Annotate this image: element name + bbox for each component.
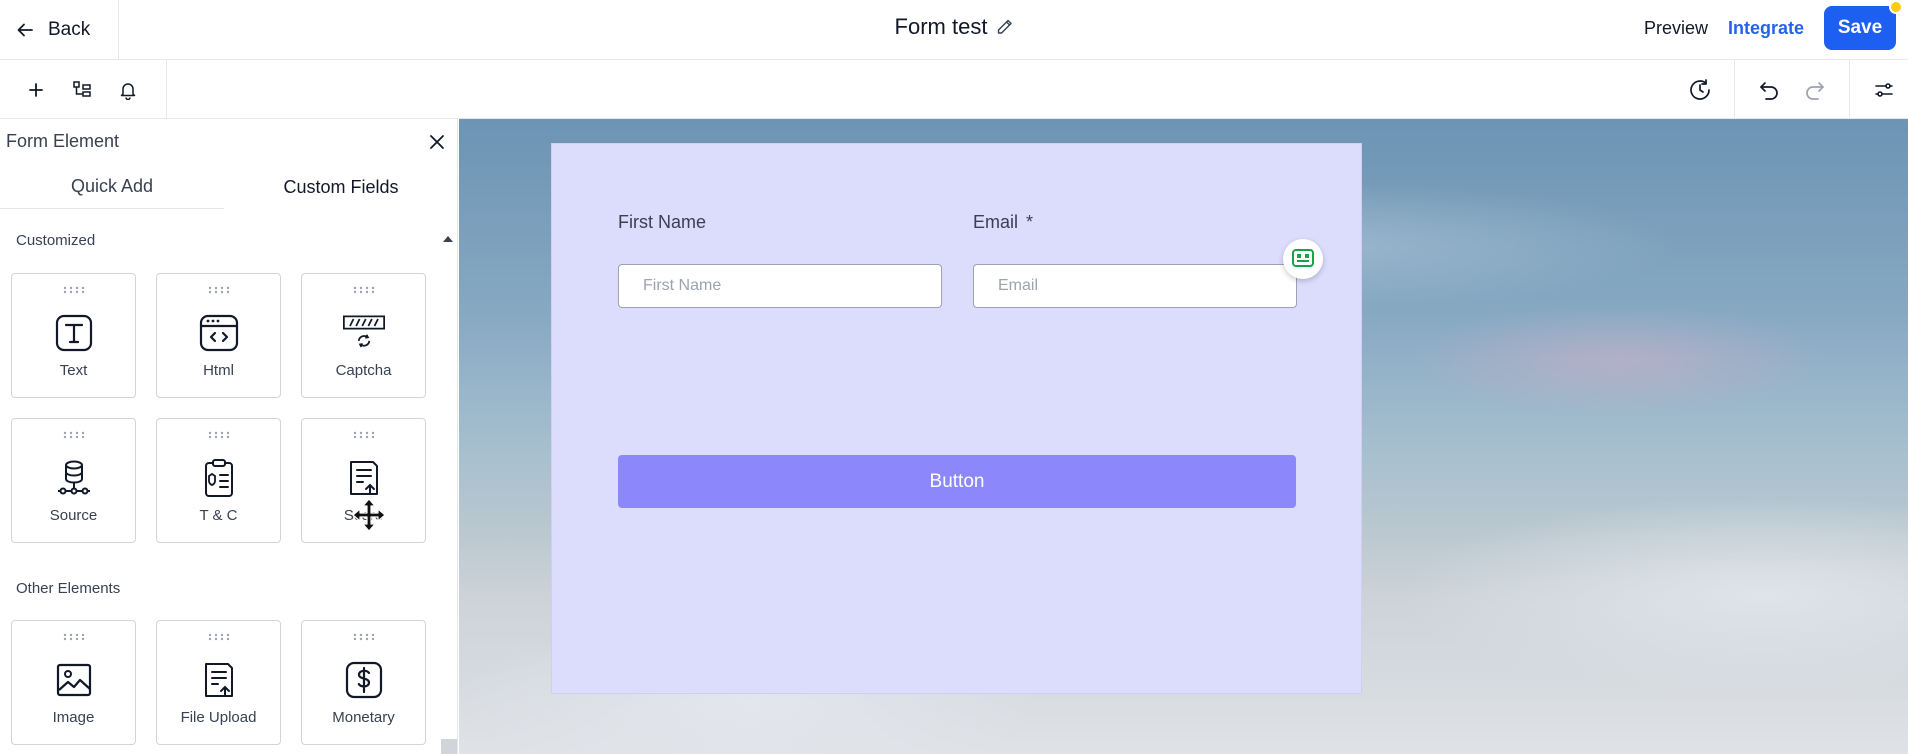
top-bar: Back Form test Preview Integrate Save	[0, 0, 1908, 60]
element-card-label: Html	[203, 362, 234, 379]
element-card-label: File Upload	[180, 709, 257, 726]
page-title: Form test	[894, 14, 988, 39]
tab-quick-add[interactable]: Quick Add	[0, 165, 224, 209]
file-upload-icon	[198, 659, 240, 701]
back-button[interactable]: Back	[0, 0, 119, 59]
editor-toolbar	[0, 60, 1908, 119]
first-name-label: First Name	[618, 212, 707, 232]
drag-handle-icon	[208, 633, 229, 641]
header-actions: Preview Integrate Save	[1644, 0, 1903, 50]
image-icon	[53, 659, 95, 701]
toolbar-right	[1666, 60, 1908, 119]
toolbar-left	[0, 60, 167, 119]
panel-title: Form Element	[6, 131, 120, 151]
element-card-source[interactable]: Source	[11, 418, 136, 543]
form-element-panel: Form Element Quick Add Custom Fields Cus…	[0, 119, 458, 754]
terms-icon	[198, 457, 240, 499]
move-cursor-icon	[352, 498, 386, 532]
element-card-monetary[interactable]: Monetary	[301, 620, 426, 745]
tab-custom-fields[interactable]: Custom Fields	[230, 165, 452, 209]
html-icon	[198, 312, 240, 354]
form-preview-card[interactable]: First Name First Name Email * Email Butto…	[551, 143, 1362, 694]
form-submit-button[interactable]: Button	[618, 455, 1296, 508]
text-icon	[53, 312, 95, 354]
settings-group	[1849, 60, 1908, 119]
element-card-label: Monetary	[332, 709, 395, 726]
notifications-button[interactable]	[116, 78, 140, 102]
required-marker: *	[1026, 212, 1034, 232]
history-group	[1666, 60, 1734, 119]
settings-button[interactable]	[1872, 78, 1896, 102]
sliders-icon	[1875, 82, 1893, 97]
element-card-captcha[interactable]: Captcha	[301, 273, 426, 398]
redo-button[interactable]	[1803, 78, 1827, 102]
email-input[interactable]: Email	[973, 264, 1297, 308]
email-label: Email *	[973, 212, 1034, 232]
element-card-label: Captcha	[335, 362, 392, 379]
redo-icon	[1806, 81, 1824, 100]
undo-icon	[1760, 81, 1778, 100]
drag-handle-icon	[353, 431, 374, 439]
assistant-badge[interactable]	[1283, 239, 1323, 279]
element-card-html[interactable]: Html	[156, 273, 281, 398]
layers-button[interactable]	[70, 78, 94, 102]
drag-handle-icon	[63, 286, 84, 294]
undo-button[interactable]	[1757, 78, 1781, 102]
undo-redo-group	[1734, 60, 1849, 119]
panel-tabs: Quick Add Custom Fields	[0, 165, 457, 209]
close-icon	[430, 135, 444, 149]
pencil-icon[interactable]	[995, 18, 1013, 36]
save-label: Save	[1837, 17, 1883, 38]
history-clock-icon	[1690, 78, 1710, 100]
element-card-label: Text	[59, 362, 88, 379]
element-card-terms[interactable]: T & C	[156, 418, 281, 543]
drag-handle-icon	[353, 286, 374, 294]
save-button[interactable]: Save	[1824, 0, 1903, 50]
element-card-label: T & C	[199, 507, 238, 524]
bell-icon	[120, 82, 136, 100]
version-history-button[interactable]	[1688, 78, 1712, 102]
first-name-input[interactable]: First Name	[618, 264, 942, 308]
source-icon	[53, 457, 95, 499]
element-card-label: Source	[49, 507, 98, 524]
arrow-left-icon	[17, 23, 33, 36]
preview-button[interactable]: Preview	[1644, 18, 1708, 39]
form-title: Form test	[895, 14, 1014, 40]
add-element-button[interactable]	[24, 78, 48, 102]
integrate-button[interactable]: Integrate	[1728, 18, 1804, 39]
drag-handle-icon	[208, 431, 229, 439]
element-card-label: Image	[52, 709, 95, 726]
element-card-image[interactable]: Image	[11, 620, 136, 745]
drag-handle-icon	[208, 286, 229, 294]
dollar-icon	[343, 659, 385, 701]
score-icon	[343, 457, 385, 499]
close-panel-button[interactable]	[424, 129, 450, 155]
plus-icon	[29, 82, 43, 97]
panel-scrollbar[interactable]	[441, 739, 457, 754]
element-card-text[interactable]: Text	[11, 273, 136, 398]
collapse-caret-icon[interactable]	[443, 236, 453, 242]
drag-handle-icon	[63, 431, 84, 439]
section-other-elements-label: Other Elements	[16, 580, 121, 597]
back-label: Back	[48, 18, 91, 40]
layout-structure-icon	[73, 80, 91, 97]
form-canvas: First Name First Name Email * Email Butto…	[459, 119, 1908, 754]
element-card-file-upload[interactable]: File Upload	[156, 620, 281, 745]
notification-dot	[1889, 0, 1903, 14]
drag-handle-icon	[353, 633, 374, 641]
section-customized-label: Customized	[16, 232, 96, 249]
robot-icon	[1292, 249, 1314, 267]
captcha-icon	[342, 312, 385, 354]
drag-handle-icon	[63, 633, 84, 641]
